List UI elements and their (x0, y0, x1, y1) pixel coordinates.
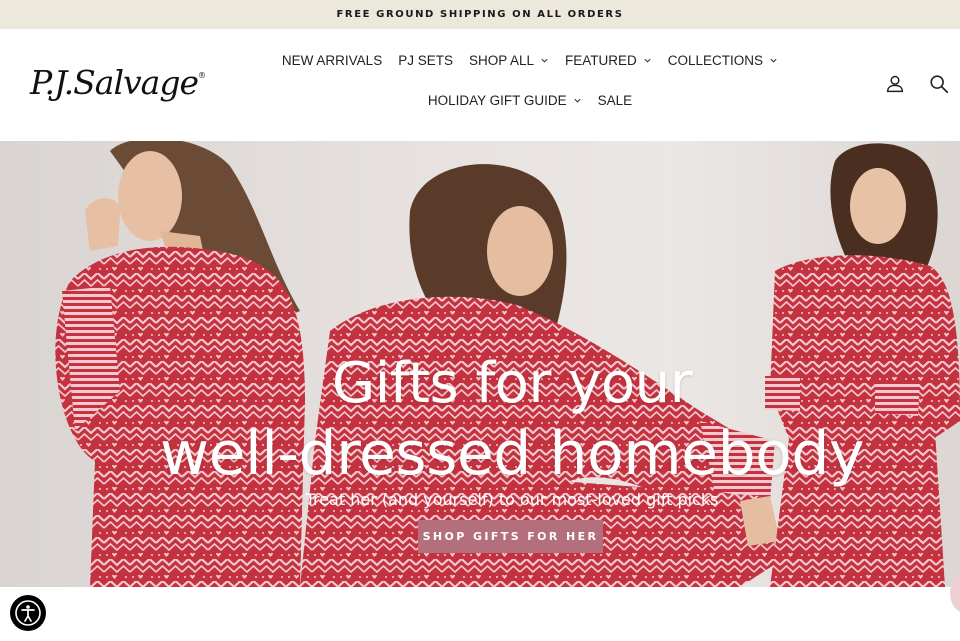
announcement-bar: FREE GROUND SHIPPING ON ALL ORDERS (0, 0, 960, 29)
nav-item-pj-sets[interactable]: PJ SETS (398, 53, 453, 68)
nav-row-primary: NEW ARRIVALS PJ SETS SHOP ALL FEATURED C… (270, 53, 790, 68)
registered-mark: ® (197, 71, 206, 80)
nav-label: SHOP ALL (468, 53, 535, 68)
nav-item-collections[interactable]: COLLECTIONS (668, 53, 778, 68)
nav-item-new-arrivals[interactable]: NEW ARRIVALS (282, 53, 382, 68)
nav-item-featured[interactable]: FEATURED (565, 53, 652, 68)
main-navigation: NEW ARRIVALS PJ SETS SHOP ALL FEATURED C… (270, 29, 790, 141)
nav-item-holiday-gift-guide[interactable]: HOLIDAY GIFT GUIDE (428, 93, 582, 108)
chevron-down-icon (770, 58, 777, 63)
nav-row-secondary: HOLIDAY GIFT GUIDE SALE (270, 93, 790, 108)
hero-subtitle: Treat her (and yourself) to our most-lov… (305, 490, 719, 509)
chevron-down-icon (644, 58, 651, 63)
nav-label: NEW ARRIVALS (281, 53, 383, 68)
accessibility-icon (15, 600, 41, 626)
accessibility-button[interactable] (10, 595, 46, 631)
model-left-face (118, 151, 182, 241)
brand-logo[interactable]: P.J.Salvage® (30, 63, 206, 102)
account-icon[interactable] (884, 73, 906, 95)
model-center-face (487, 206, 553, 296)
hero-title-line1: Gifts for your (331, 351, 693, 416)
chevron-down-icon (574, 98, 581, 103)
nav-label: PJ SETS (398, 53, 453, 68)
header-actions (884, 73, 950, 95)
site-header: P.J.Salvage® NEW ARRIVALS PJ SETS SHOP A… (0, 29, 960, 141)
model-left-hand (85, 198, 121, 251)
nav-label: SALE (597, 93, 633, 108)
model-right-face (850, 168, 906, 244)
nav-label: FEATURED (565, 53, 637, 68)
logo-text: P.J.Salvage (30, 63, 199, 102)
cta-label: SHOP GIFTS FOR HER (422, 530, 599, 543)
search-icon[interactable] (928, 73, 950, 95)
nav-item-sale[interactable]: SALE (598, 93, 633, 108)
chevron-down-icon (541, 58, 548, 63)
shop-gifts-button[interactable]: SHOP GIFTS FOR HER (418, 520, 603, 553)
nav-item-shop-all[interactable]: SHOP ALL (469, 53, 549, 68)
hero-title-line2: well-dressed homebody (160, 419, 864, 489)
hero-banner[interactable]: Gifts for your well-dressed homebody Tre… (0, 141, 960, 587)
nav-label: HOLIDAY GIFT GUIDE (427, 93, 567, 108)
announcement-text: FREE GROUND SHIPPING ON ALL ORDERS (336, 9, 624, 20)
nav-label: COLLECTIONS (667, 53, 764, 68)
